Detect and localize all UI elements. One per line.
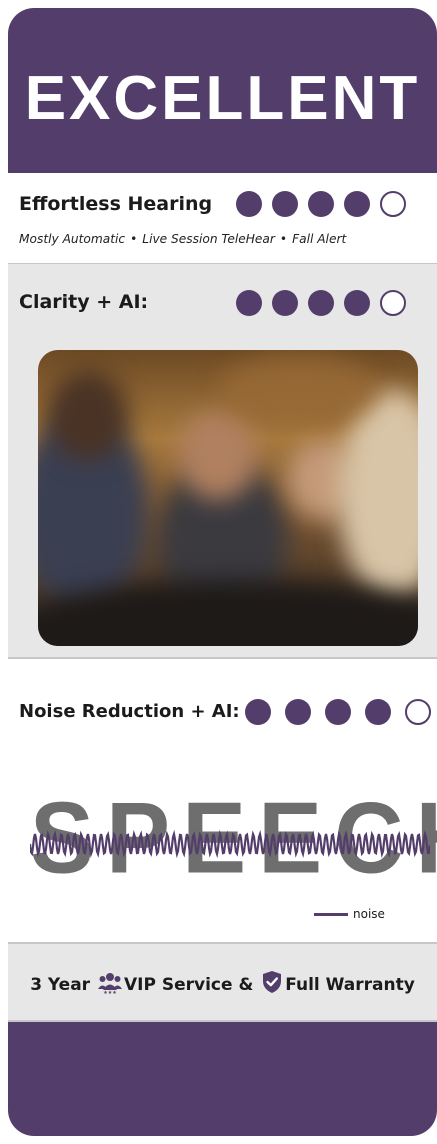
noise-rating-dots — [245, 699, 431, 725]
noise-reduction-section: Noise Reduction + AI: SPEECH noise — [8, 659, 437, 942]
noise-waveform — [30, 829, 430, 859]
rating-dot-filled — [308, 191, 334, 217]
effortless-rating-dots — [236, 191, 406, 217]
full-warranty-label: Full Warranty — [285, 975, 415, 995]
effortless-highlights: Mostly Automatic • Live Session TeleHear • F… — [19, 232, 346, 246]
warranty-summary: 3 Year ★★★ VIP Service & Full Warranty — [8, 970, 437, 999]
photo-blur-face — [178, 410, 258, 500]
photo-blur-table — [38, 580, 418, 646]
legend-line-swatch — [314, 912, 348, 916]
photo-blur-head — [48, 370, 128, 460]
effortless-hearing-title: Effortless Hearing — [19, 193, 213, 215]
rating-dot-empty — [405, 699, 431, 725]
noise-legend: noise — [314, 907, 385, 921]
rating-dot-filled — [308, 290, 334, 316]
rating-dot-empty — [380, 290, 406, 316]
rating-dot-filled — [285, 699, 311, 725]
warranty-years: 3 Year — [30, 975, 91, 995]
bullet-separator: • — [130, 232, 138, 246]
bullet-separator: • — [279, 232, 288, 246]
noise-reduction-title: Noise Reduction + AI: — [19, 701, 240, 722]
noise-wave-line — [30, 829, 430, 859]
effortless-hearing-section: Effortless Hearing Mostly Automatic • Live… — [8, 173, 437, 263]
rating-dot-filled — [236, 191, 262, 217]
photo-blur-person — [338, 390, 418, 600]
highlight-item: Live Session TeleHear — [142, 232, 275, 246]
rating-header: EXCELLENT — [8, 8, 437, 168]
legend-label: noise — [353, 907, 385, 921]
clarity-ai-title: Clarity + AI: — [19, 291, 149, 313]
highlight-item: Fall Alert — [292, 232, 347, 246]
vip-service-label: VIP Service & — [124, 975, 254, 995]
rating-dot-filled — [245, 699, 271, 725]
shield-check-icon — [261, 970, 283, 999]
rating-dot-filled — [272, 191, 298, 217]
hearing-rating-card: EXCELLENT Effortless Hearing Mostly Auto… — [8, 8, 437, 1136]
rating-dot-filled — [365, 699, 391, 725]
rating-dot-empty — [380, 191, 406, 217]
photo-blur-wall — [218, 355, 378, 425]
rating-dot-filled — [236, 290, 262, 316]
clarity-ai-section: Clarity + AI: — [8, 264, 437, 657]
restaurant-conversation-photo — [38, 350, 418, 646]
highlight-item: Mostly Automatic — [19, 232, 126, 246]
warranty-section: 3 Year ★★★ VIP Service & Full Warranty — [8, 944, 437, 1020]
rating-dot-filled — [272, 290, 298, 316]
people-group-icon: ★★★ — [98, 972, 122, 999]
clarity-rating-dots — [236, 290, 406, 316]
rating-dot-filled — [325, 699, 351, 725]
rating-dot-filled — [344, 191, 370, 217]
rating-title: EXCELLENT — [24, 63, 421, 133]
svg-text:★★★: ★★★ — [103, 990, 117, 994]
speech-noise-graphic: SPEECH — [30, 782, 437, 895]
rating-dot-filled — [344, 290, 370, 316]
section-divider — [8, 1020, 437, 1022]
